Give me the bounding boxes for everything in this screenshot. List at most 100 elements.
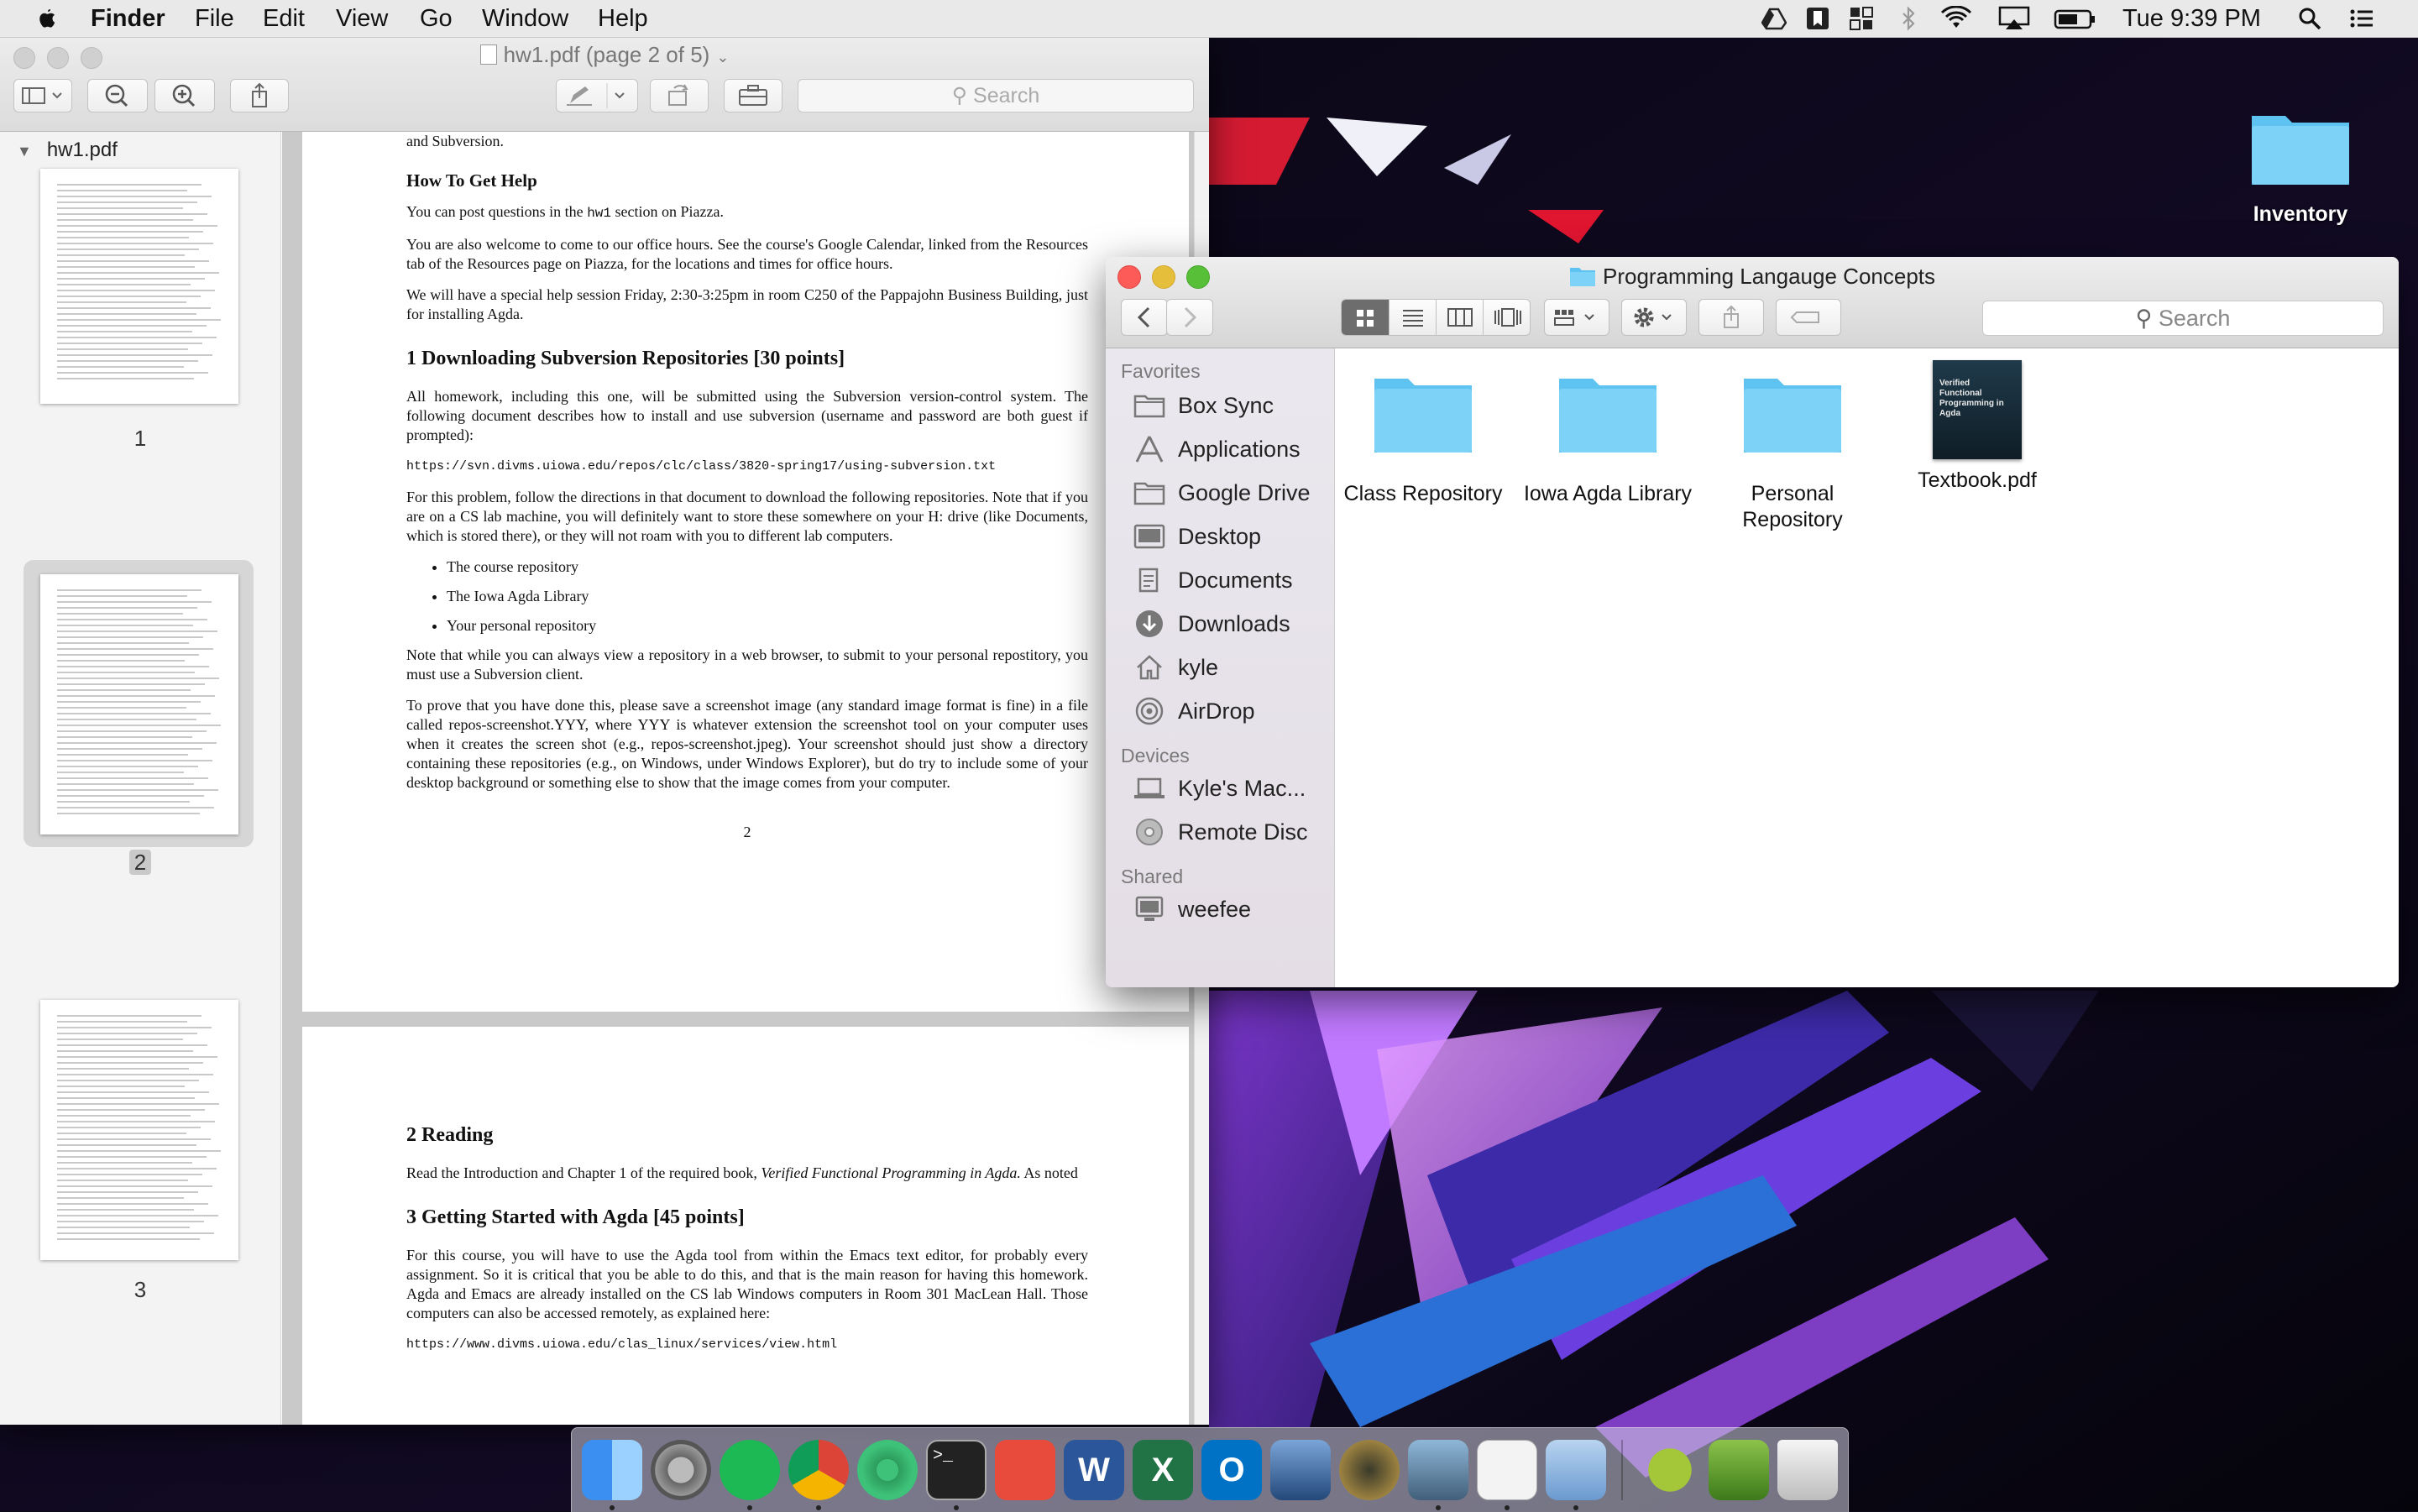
- thumbnail-text-line: [57, 278, 205, 280]
- share-button[interactable]: [230, 79, 289, 112]
- menu-help[interactable]: Help: [598, 3, 648, 34]
- arrange-button[interactable]: [1544, 299, 1609, 336]
- sidebar-item-documents[interactable]: Documents: [1133, 562, 1293, 599]
- sidebar-item-airdrop[interactable]: AirDrop: [1133, 693, 1255, 730]
- google-drive-icon[interactable]: [1761, 6, 1787, 31]
- rotate-button[interactable]: [650, 79, 709, 112]
- sidebar-item-downloads[interactable]: Downloads: [1133, 605, 1290, 642]
- thumbnail-text-line: [57, 695, 215, 697]
- inline-code: hw1: [587, 206, 611, 221]
- desktop-folder-inventory[interactable]: Inventory: [2233, 104, 2368, 227]
- page-thumbnail-2[interactable]: [40, 574, 238, 834]
- paragraph: All homework, including this one, will b…: [406, 388, 1088, 443]
- thumbnail-text-line: [57, 249, 199, 250]
- menu-edit[interactable]: Edit: [263, 3, 305, 34]
- sidebar-item-remote-disc[interactable]: Remote Disc: [1133, 814, 1308, 850]
- bookmark-icon[interactable]: [1805, 6, 1830, 31]
- menu-window[interactable]: Window: [482, 3, 568, 34]
- chrome-icon[interactable]: [788, 1440, 849, 1500]
- thumbnail-text-line: [57, 1086, 185, 1087]
- airplay-icon[interactable]: [1998, 6, 2030, 31]
- thumbnail-text-line: [57, 707, 186, 709]
- zoom-out-button[interactable]: [87, 79, 148, 112]
- back-button[interactable]: [1121, 299, 1168, 336]
- file-item-iowa-agda-library[interactable]: Iowa Agda Library: [1520, 367, 1696, 507]
- sidebar-item-weefee[interactable]: weefee: [1133, 891, 1251, 928]
- sidebar-item-applications[interactable]: Applications: [1133, 431, 1301, 468]
- zoom-in-button[interactable]: [154, 79, 215, 112]
- file-item-class-repository[interactable]: Class Repository: [1335, 367, 1511, 507]
- menu-view[interactable]: View: [336, 3, 388, 34]
- atom-icon[interactable]: [857, 1440, 918, 1500]
- page-thumbnail-1[interactable]: [40, 169, 238, 404]
- thumbnail-text-line: [57, 1197, 184, 1199]
- share-icon: [1724, 305, 1739, 328]
- virtualbox-icon[interactable]: [1270, 1440, 1331, 1500]
- trash-icon[interactable]: [1777, 1440, 1838, 1500]
- thumbnail-text-line: [57, 1185, 212, 1187]
- android-studio-icon[interactable]: [1640, 1440, 1700, 1500]
- cover-flow-button[interactable]: [1483, 300, 1530, 335]
- sidebar-doc-row[interactable]: ▼ hw1.pdf: [17, 139, 118, 162]
- league-of-legends-icon[interactable]: [1339, 1440, 1400, 1500]
- battery-icon[interactable]: [2054, 6, 2096, 31]
- icon-view-button[interactable]: [1342, 300, 1389, 335]
- forward-button[interactable]: [1166, 299, 1213, 336]
- list-view-button[interactable]: [1389, 300, 1437, 335]
- toolbox-button[interactable]: [724, 79, 782, 112]
- outlook-icon[interactable]: O: [1201, 1440, 1262, 1500]
- sidebar-item-kyles-mac[interactable]: Kyle's Mac...: [1133, 770, 1306, 807]
- word-icon[interactable]: W: [1064, 1440, 1124, 1500]
- file-item-personal-repository[interactable]: Personal Repository: [1704, 367, 1881, 533]
- sidebar-toggle-button[interactable]: [13, 79, 72, 112]
- sidebar-item-box-sync[interactable]: Box Sync: [1133, 387, 1274, 424]
- thumbnail-text-line: [57, 1221, 204, 1222]
- url-text: https://svn.divms.uiowa.edu/repos/clc/cl…: [406, 459, 997, 473]
- sidebar-item-kyle[interactable]: kyle: [1133, 649, 1218, 686]
- bluetooth-icon[interactable]: [1896, 6, 1921, 31]
- preview-icon[interactable]: [1408, 1440, 1468, 1500]
- list-item: The Iowa Agda Library: [447, 587, 1088, 606]
- spotlight-icon[interactable]: [2297, 6, 2322, 31]
- search-input[interactable]: ⚲ Search: [1982, 301, 2384, 336]
- share-button[interactable]: [1698, 299, 1764, 336]
- gear-icon: [1634, 307, 1672, 327]
- page-number-label: 3: [133, 1277, 147, 1302]
- sidebar-item-google-drive[interactable]: Google Drive: [1133, 474, 1311, 511]
- thumbnail-text-line: [57, 601, 212, 603]
- thumbnail-text-line: [57, 666, 209, 667]
- menu-go[interactable]: Go: [420, 3, 453, 34]
- menubar-clock[interactable]: Tue 9:39 PM: [2122, 3, 2261, 34]
- menu-app-name[interactable]: Finder: [91, 3, 165, 34]
- thumbnail-text-line: [57, 619, 207, 620]
- grid-icon[interactable]: [1849, 6, 1874, 31]
- terminal-icon[interactable]: >_: [926, 1440, 987, 1500]
- apple-menu-icon[interactable]: [34, 5, 59, 30]
- file-item-textbook-pdf[interactable]: Verified Functional Programming in Agda …: [1889, 360, 2065, 494]
- action-button[interactable]: [1621, 299, 1687, 336]
- menu-file[interactable]: File: [195, 3, 234, 34]
- section-heading: How To Get Help: [406, 170, 537, 191]
- system-preferences-icon[interactable]: [651, 1440, 711, 1500]
- window-title[interactable]: hw1.pdf (page 2 of 5) ⌄: [0, 42, 1209, 68]
- page-thumbnail-3[interactable]: [40, 1000, 238, 1260]
- thumbnail-text-line: [57, 636, 203, 638]
- finder-icon[interactable]: [582, 1440, 642, 1500]
- markup-button[interactable]: [556, 79, 638, 112]
- spotify-icon[interactable]: [720, 1440, 780, 1500]
- xcode-icon[interactable]: [1546, 1440, 1606, 1500]
- disclosure-triangle-icon[interactable]: ▼: [17, 143, 32, 160]
- notification-center-icon[interactable]: [2349, 6, 2374, 31]
- wifi-icon[interactable]: [1939, 6, 1973, 31]
- window-title[interactable]: Programming Langauge Concepts: [1106, 264, 2399, 290]
- textedit-icon[interactable]: [1477, 1440, 1537, 1500]
- bookmarks-icon[interactable]: [995, 1440, 1055, 1500]
- tags-button[interactable]: [1776, 299, 1841, 336]
- sidebar-item-desktop[interactable]: Desktop: [1133, 518, 1261, 555]
- ext-icon[interactable]: [1709, 1440, 1769, 1500]
- page-number-selected: 2: [128, 850, 152, 875]
- excel-icon[interactable]: X: [1133, 1440, 1193, 1500]
- document-view[interactable]: and Subversion. How To Get Help You can …: [282, 132, 1194, 1425]
- column-view-button[interactable]: [1436, 300, 1484, 335]
- search-input[interactable]: ⚲ Search: [798, 79, 1194, 112]
